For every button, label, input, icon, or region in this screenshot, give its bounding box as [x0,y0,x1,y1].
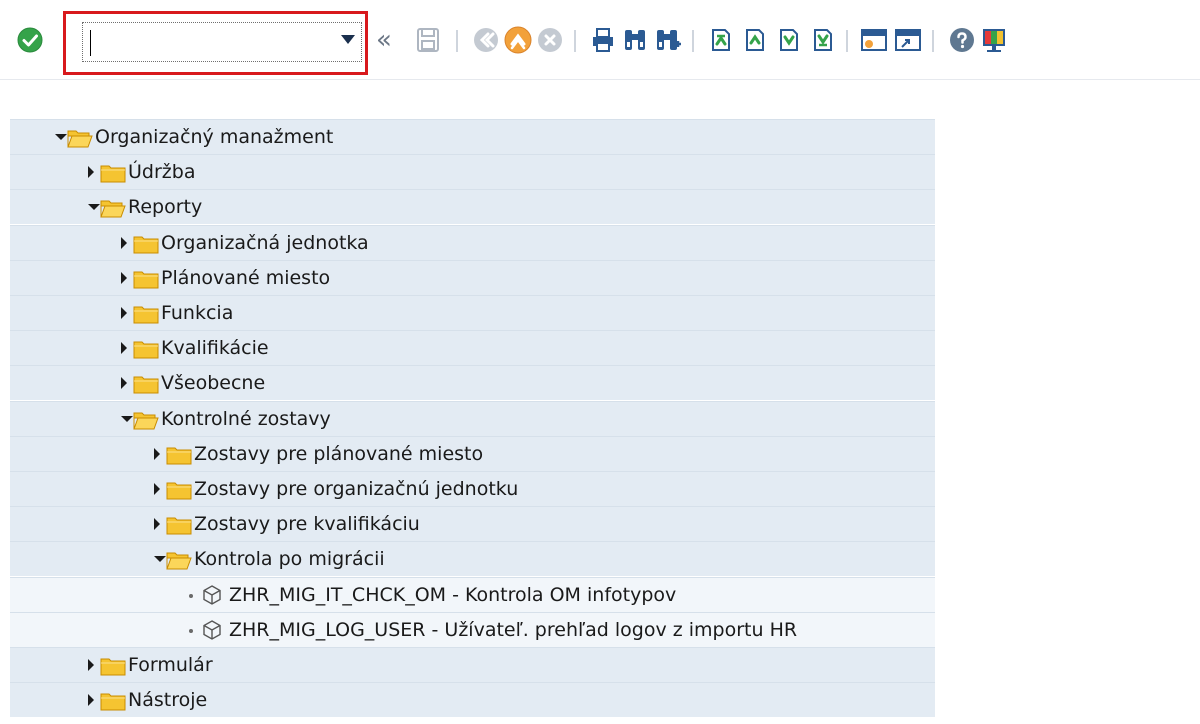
tree-folder-row[interactable]: Kontrola po migrácii [10,541,935,576]
collapse-arrow-icon[interactable] [154,556,166,562]
application-toolbar: « [0,0,1200,80]
tree-folder-row[interactable]: Funkcia [10,295,935,330]
folder-open-icon [100,200,126,218]
sap-menu-tree: Organizačný manažment Údržba Reporty Organi… [10,119,935,724]
tree-node-label[interactable]: Kvalifikácie [161,335,269,361]
toolbar-separator [456,30,458,52]
back-icon[interactable]: « [376,24,392,56]
customize-layout-icon[interactable] [976,22,1012,58]
tree-node-label[interactable]: ZHR_MIG_LOG_USER - Užívateľ. prehľad log… [229,617,797,643]
tree-folder-row[interactable]: Reporty [10,189,935,224]
tree-folder-row[interactable]: Zostavy pre organizačnú jednotku [10,471,935,506]
command-dropdown-icon[interactable] [341,35,355,44]
tree-node-label[interactable]: Organizačná jednotka [161,230,369,256]
exit-icon[interactable] [500,22,536,58]
find-next-icon[interactable] [650,22,686,58]
enter-icon[interactable] [12,22,48,58]
expand-arrow-icon[interactable] [88,694,94,706]
transaction-icon [203,585,221,605]
toolbar-divider [0,79,1200,80]
tree-folder-row[interactable]: Organizačný manažment [10,119,935,154]
tree-node-label[interactable]: Funkcia [161,300,233,326]
tree-node-label[interactable]: Údržba [128,159,195,185]
folder-icon [133,376,159,394]
tree-node-label[interactable]: Zostavy pre organizačnú jednotku [194,476,518,502]
expand-arrow-icon[interactable] [88,166,94,178]
next-page-icon[interactable] [771,22,807,58]
toolbar-separator [692,30,694,52]
tree-node-label[interactable]: Zostavy pre kvalifikáciu [194,511,420,537]
folder-icon [166,517,192,535]
back-green-icon[interactable] [468,22,504,58]
tree-node-label[interactable]: Formulár [128,652,213,678]
expand-arrow-icon[interactable] [121,237,127,249]
folder-open-icon [133,412,159,430]
tree-node-label[interactable]: Nástroje [128,687,207,713]
command-field[interactable] [82,22,362,62]
tree-bullet [189,629,193,633]
tree-folder-row[interactable]: Zostavy pre kvalifikáciu [10,506,935,541]
tree-folder-row[interactable]: Nástroje [10,682,935,717]
folder-icon [133,341,159,359]
collapse-arrow-icon[interactable] [88,204,100,210]
tree-node-label[interactable]: Kontrola po migrácii [194,546,385,572]
text-caret [90,30,91,56]
folder-icon [100,693,126,711]
toolbar-separator [574,30,576,52]
print-icon[interactable] [585,22,621,58]
toolbar-separator [932,30,934,52]
collapse-arrow-icon[interactable] [55,134,67,140]
expand-arrow-icon[interactable] [121,307,127,319]
tree-folder-row[interactable]: Zostavy pre plánované miesto [10,436,935,471]
first-page-icon[interactable] [703,22,739,58]
previous-page-icon[interactable] [737,22,773,58]
collapse-arrow-icon[interactable] [121,416,133,422]
tree-folder-row[interactable]: Kontrolné zostavy [10,401,935,436]
tree-folder-row[interactable]: Organizačná jednotka [10,225,935,260]
tree-folder-row[interactable]: Všeobecne [10,365,935,400]
tree-folder-row[interactable]: Údržba [10,154,935,189]
last-page-icon[interactable] [805,22,841,58]
tree-node-label[interactable]: Kontrolné zostavy [161,406,331,432]
tree-bullet [189,594,193,598]
expand-arrow-icon[interactable] [121,272,127,284]
tree-node-label[interactable]: ZHR_MIG_IT_CHCK_OM - Kontrola OM infotyp… [229,582,676,608]
transaction-icon [203,620,221,640]
tree-node-label[interactable]: Organizačný manažment [95,124,333,150]
help-icon[interactable] [944,22,980,58]
tree-node-label[interactable]: Všeobecne [161,370,265,396]
expand-arrow-icon[interactable] [121,377,127,389]
expand-arrow-icon[interactable] [88,659,94,671]
tree-folder-row[interactable]: Formulár [10,647,935,682]
expand-arrow-icon[interactable] [154,518,160,530]
tree-node-label[interactable]: Plánované miesto [161,265,330,291]
expand-arrow-icon[interactable] [154,448,160,460]
folder-icon [133,306,159,324]
tree-leaf-row[interactable]: ZHR_MIG_IT_CHCK_OM - Kontrola OM infotyp… [10,577,935,612]
tree-folder-row[interactable]: Plánované miesto [10,260,935,295]
save-icon[interactable] [410,22,446,58]
expand-arrow-icon[interactable] [121,342,127,354]
cancel-icon[interactable] [532,22,568,58]
tree-node-label[interactable]: Zostavy pre plánované miesto [194,441,483,467]
folder-open-icon [166,552,192,570]
folder-icon [166,482,192,500]
tree-leaf-row[interactable]: ZHR_MIG_LOG_USER - Užívateľ. prehľad log… [10,612,935,647]
expand-arrow-icon[interactable] [154,483,160,495]
create-session-icon[interactable] [856,22,892,58]
toolbar-separator [846,30,848,52]
tree-node-label[interactable]: Reporty [128,194,202,220]
folder-icon [100,165,126,183]
find-icon[interactable] [617,22,653,58]
folder-icon [133,236,159,254]
tree-folder-row[interactable]: Kvalifikácie [10,330,935,365]
folder-icon [166,447,192,465]
folder-icon [133,271,159,289]
folder-icon [100,658,126,676]
command-input[interactable] [89,29,309,55]
folder-open-icon [67,130,93,148]
generate-shortcut-icon[interactable] [890,22,926,58]
